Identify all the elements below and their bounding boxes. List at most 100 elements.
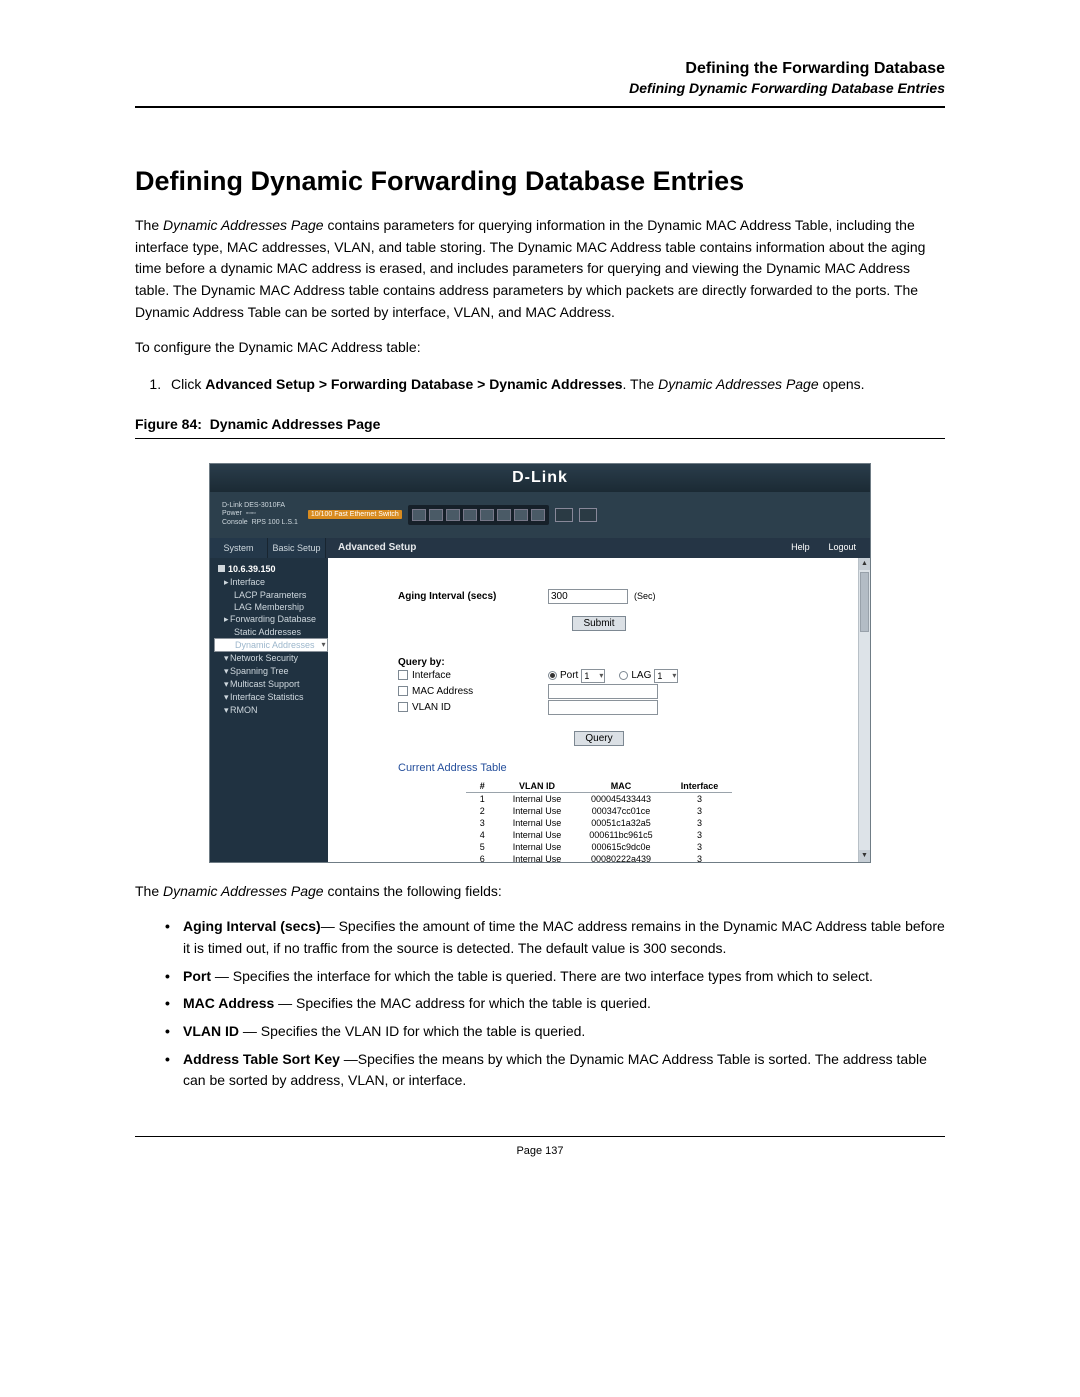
table-row: 2Internal Use000347cc01ce3	[466, 805, 732, 817]
tree-dynamic[interactable]: Dynamic Addresses	[214, 638, 328, 652]
module-slot-icon	[555, 508, 573, 522]
table-cell: Internal Use	[499, 792, 576, 805]
fields-intro: The Dynamic Addresses Page contains the …	[135, 881, 945, 903]
footer-rule	[135, 1136, 945, 1137]
table-cell: 3	[667, 805, 733, 817]
port-icon	[514, 509, 528, 521]
scroll-down-icon[interactable]: ▼	[859, 850, 870, 862]
lag-label: LAG	[631, 670, 651, 681]
lag-select[interactable]: 1	[654, 669, 678, 683]
lag-radio[interactable]	[619, 671, 628, 680]
port-icon	[446, 509, 460, 521]
tree-interface[interactable]: ▸Interface	[214, 576, 324, 589]
module-slot-icon	[579, 508, 597, 522]
table-cell: 3	[667, 817, 733, 829]
aging-input[interactable]	[548, 589, 628, 604]
field-bullet: Aging Interval (secs)— Specifies the amo…	[165, 916, 945, 959]
port-radio[interactable]	[548, 671, 557, 680]
port-icon	[412, 509, 426, 521]
field-bullet: MAC Address — Specifies the MAC address …	[165, 993, 945, 1015]
tree-lag[interactable]: LAG Membership	[214, 601, 324, 613]
field-list: Aging Interval (secs)— Specifies the amo…	[135, 916, 945, 1092]
device-ip: 10.6.39.150	[228, 564, 276, 574]
field-bullet: Address Table Sort Key —Specifies the me…	[165, 1049, 945, 1092]
interface-label: Interface	[412, 670, 451, 681]
device-icon	[218, 565, 225, 572]
mac-label: MAC Address	[412, 686, 473, 697]
table-cell: Internal Use	[499, 829, 576, 841]
table-cell: 4	[466, 829, 499, 841]
table-cell: 00051c1a32a5	[575, 817, 666, 829]
port-icon	[480, 509, 494, 521]
lead-in: To configure the Dynamic MAC Address tab…	[135, 337, 945, 359]
th-mac: MAC	[575, 780, 666, 793]
tree-network-security[interactable]: ▾Network Security	[214, 652, 324, 665]
th-num: #	[466, 780, 499, 793]
brand-bar: D-Link	[210, 464, 870, 492]
logout-button[interactable]: Logout	[820, 541, 864, 553]
table-cell: 00080222a439	[575, 853, 666, 862]
mac-checkbox[interactable]	[398, 686, 408, 696]
interface-checkbox[interactable]	[398, 670, 408, 680]
port-icon	[463, 509, 477, 521]
table-cell: 1	[466, 792, 499, 805]
table-cell: 6	[466, 853, 499, 862]
table-row: 1Internal Use0000454334433	[466, 792, 732, 805]
query-button[interactable]: Query	[574, 731, 623, 746]
content-pane: Aging Interval (secs) (Sec) Submit Query…	[328, 558, 870, 862]
table-cell: 5	[466, 841, 499, 853]
field-bullet: Port — Specifies the interface for which…	[165, 966, 945, 988]
port-strip	[408, 505, 549, 525]
port-label: Port	[560, 670, 578, 681]
table-cell: Internal Use	[499, 817, 576, 829]
help-button[interactable]: Help	[783, 541, 818, 553]
mac-input[interactable]	[548, 684, 658, 699]
tree-rmon[interactable]: ▾RMON	[214, 704, 324, 717]
table-cell: 000347cc01ce	[575, 805, 666, 817]
vlan-checkbox[interactable]	[398, 702, 408, 712]
port-icon	[531, 509, 545, 521]
tab-basic-setup[interactable]: Basic Setup	[268, 538, 326, 558]
tree-forwarding-db[interactable]: ▸Forwarding Database	[214, 613, 324, 626]
port-icon	[429, 509, 443, 521]
header-rule	[135, 106, 945, 108]
table-cell: 000615c9dc0e	[575, 841, 666, 853]
port-select[interactable]: 1	[581, 669, 605, 683]
tree-static[interactable]: Static Addresses	[214, 626, 324, 638]
tree-if-stats[interactable]: ▾Interface Statistics	[214, 691, 324, 704]
port-icon	[497, 509, 511, 521]
table-cell: 000611bc961c5	[575, 829, 666, 841]
table-cell: 3	[466, 817, 499, 829]
page-number: Page 137	[135, 1145, 945, 1157]
table-row: 6Internal Use00080222a4393	[466, 853, 732, 862]
section-title: Defining Dynamic Forwarding Database Ent…	[135, 80, 945, 96]
submit-button[interactable]: Submit	[572, 616, 625, 631]
device-model: D-Link DES-3010FA	[222, 502, 298, 510]
figure-label: Figure 84:	[135, 416, 202, 432]
table-cell: 2	[466, 805, 499, 817]
tab-system[interactable]: System	[210, 538, 268, 558]
scrollbar[interactable]: ▲ ▼	[858, 558, 870, 862]
table-cell: Internal Use	[499, 805, 576, 817]
switch-badge: 10/100 Fast Ethernet Switch	[308, 510, 402, 519]
intro-paragraph: The Dynamic Addresses Page contains para…	[135, 215, 945, 323]
table-cell: 3	[667, 792, 733, 805]
query-by-label: Query by:	[398, 657, 548, 668]
scroll-thumb[interactable]	[860, 572, 869, 632]
tree-spanning-tree[interactable]: ▾Spanning Tree	[214, 665, 324, 678]
screenshot-dynamic-addresses: D-Link D-Link DES-3010FA Power ▫▫▫▫ Cons…	[209, 463, 871, 863]
th-vlan: VLAN ID	[499, 780, 576, 793]
aging-unit: (Sec)	[634, 591, 656, 601]
table-row: 4Internal Use000611bc961c53	[466, 829, 732, 841]
table-cell: 3	[667, 853, 733, 862]
nav-tree: 10.6.39.150 ▸Interface LACP Parameters L…	[210, 558, 328, 862]
step-1: Click Advanced Setup > Forwarding Databa…	[165, 373, 945, 395]
current-address-table-title: Current Address Table	[398, 762, 800, 774]
aging-label: Aging Interval (secs)	[398, 591, 548, 602]
scroll-up-icon[interactable]: ▲	[859, 558, 870, 570]
vlan-input[interactable]	[548, 700, 658, 715]
tree-lacp[interactable]: LACP Parameters	[214, 589, 324, 601]
brand-logo-text: D-Link	[512, 469, 568, 487]
table-cell: Internal Use	[499, 853, 576, 862]
tree-multicast[interactable]: ▾Multicast Support	[214, 678, 324, 691]
